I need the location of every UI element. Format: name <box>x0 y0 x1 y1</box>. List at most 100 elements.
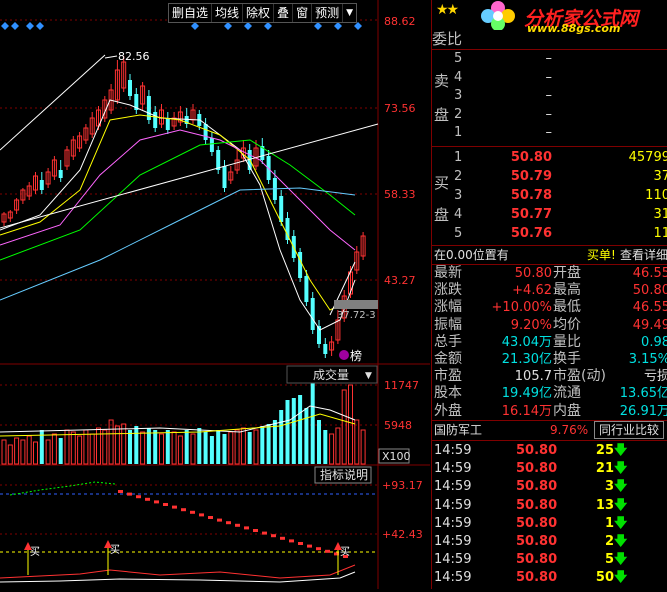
quote-label: 内盘 <box>553 402 581 419</box>
position-info-row: 在0.00位置有 买单! 查看详细 <box>432 246 667 264</box>
committee-row: 委比 <box>432 30 667 48</box>
forecast-button[interactable]: 预测 <box>312 4 344 22</box>
tick-row: 14:59 50.80 5 🡇 <box>432 551 667 569</box>
overlay-button[interactable]: 叠 <box>274 4 294 22</box>
ex-rights-button[interactable]: 除权 <box>243 4 275 22</box>
candle-body <box>203 124 208 140</box>
quote-label: 换手 <box>553 351 581 367</box>
buy-level-number: 4 <box>454 207 463 222</box>
quote-value: 46.55 <box>632 266 667 281</box>
buy-level-volume: 31 <box>653 207 667 222</box>
ma-line <box>0 187 356 301</box>
signal-diamond-icon <box>36 22 44 30</box>
quote-row: 外盘 16.14万 内盘 26.91万 <box>432 403 667 420</box>
volume-bar <box>184 430 189 464</box>
volume-dropdown-icon[interactable]: ▼ <box>365 371 372 381</box>
volume-bar <box>77 435 83 465</box>
tick-row: 14:59 50.80 1 🡇 <box>432 515 667 533</box>
quote-label: 市盈 <box>434 368 462 385</box>
buy-level-price: 50.79 <box>510 169 552 184</box>
indicator-mark <box>217 518 222 522</box>
chart-area[interactable]: 买 买 买 82.56 37.72-3 榜 88.62 73.56 58.33 43… <box>0 0 430 589</box>
indicator-mark <box>307 544 312 548</box>
sell-level-number: 2 <box>454 106 463 122</box>
tick-price: 50.80 <box>516 479 558 495</box>
sell-level-row[interactable]: 4 – <box>432 69 667 87</box>
sector-name[interactable]: 国防军工 <box>434 421 482 439</box>
volume-bar <box>260 426 265 464</box>
high-marker-line <box>104 55 118 59</box>
price-axis-label: 73.56 <box>384 102 416 115</box>
indicator-mark <box>181 508 186 512</box>
quote-label: 金额 <box>434 351 462 367</box>
volume-bar <box>14 437 20 465</box>
toolbar-dropdown-icon[interactable]: ▼ <box>343 4 356 22</box>
down-arrow-icon: 🡇 <box>614 443 628 458</box>
buy-level-number: 5 <box>454 226 463 241</box>
quote-label: 最高 <box>553 282 581 299</box>
volume-bar <box>222 434 227 464</box>
volume-bar <box>216 430 221 464</box>
tick-row: 14:59 50.80 21 🡇 <box>432 460 667 478</box>
candle-body <box>58 170 63 178</box>
buy-level-number: 2 <box>454 169 463 184</box>
buy-signal-label: 买 <box>110 544 120 556</box>
volume-bar <box>51 433 57 465</box>
buy-level-row[interactable]: 3 50.78 110 <box>432 187 667 205</box>
sell-level-row[interactable]: 2 – <box>432 106 667 124</box>
down-arrow-icon: 🡇 <box>614 515 628 531</box>
tick-time: 14:59 <box>434 570 472 586</box>
sell-level-price: – <box>545 51 553 66</box>
quote-panel: ★★ 分析家公式网 www.88gs.com 委比 卖 盘 5 – 4 – 3 <box>431 0 667 589</box>
tick-row: 14:59 50.80 50 🡇 <box>432 569 667 587</box>
signal-diamond-icon <box>26 22 34 30</box>
view-details-link[interactable]: 查看详细 <box>620 246 667 264</box>
quote-row: 市盈 105.7 市盈(动) 亏损 <box>432 368 667 385</box>
sector-change: 9.76% <box>550 423 589 437</box>
candle-body <box>304 276 309 302</box>
signal-diamond-icon <box>314 22 322 30</box>
sell-level-row[interactable]: 1 – <box>432 124 667 142</box>
quote-value: 0.98 <box>641 334 667 350</box>
volume-bar <box>177 435 183 465</box>
tick-row: 14:59 50.80 3 🡇 <box>432 478 667 496</box>
moving-average-lines <box>0 99 356 331</box>
quote-row: 振幅 9.20% 均价 49.49 <box>432 317 667 334</box>
volume-bars <box>0 380 366 465</box>
window-button[interactable]: 窗 <box>293 4 313 22</box>
site-logo: ★★ 分析家公式网 www.88gs.com <box>432 0 667 35</box>
tick-price: 50.80 <box>516 461 558 477</box>
industry-compare-button[interactable]: 同行业比较 <box>594 421 665 439</box>
buy-level-number: 1 <box>454 150 463 165</box>
candle-body <box>39 180 44 190</box>
volume-bar <box>247 432 252 464</box>
candle-body <box>216 150 221 170</box>
kline-chart-svg[interactable]: 买 买 买 82.56 37.72-3 榜 88.62 73.56 58.33 43… <box>0 0 430 589</box>
volume-bar <box>240 427 246 465</box>
buy-level-row[interactable]: 2 50.79 37 <box>432 168 667 186</box>
buy-level-row[interactable]: 5 50.76 11 <box>432 225 667 243</box>
sell-level-price: – <box>545 125 553 141</box>
volume-bar <box>298 395 303 464</box>
indicator-mark <box>316 547 321 551</box>
volume-bar <box>354 419 360 465</box>
volume-bar <box>114 425 120 465</box>
buy-level-row[interactable]: 1 50.80 45799 <box>432 149 667 167</box>
moving-average-button[interactable]: 均线 <box>212 4 244 22</box>
down-arrow-icon: 🡇 <box>614 552 628 568</box>
volume-bar <box>234 429 240 465</box>
indicator-mark <box>172 505 177 509</box>
sell-level-row[interactable]: 5 – <box>432 50 667 68</box>
tick-volume: 21 <box>595 461 614 477</box>
remove-watchlist-button[interactable]: 删自选 <box>169 4 213 22</box>
indicator-mark <box>208 516 213 519</box>
volume-bar <box>121 423 127 465</box>
badge-dot <box>339 350 349 360</box>
quote-value: 3.15% <box>628 352 667 367</box>
volume-axis-label: 11747 <box>384 379 419 392</box>
buy-level-row[interactable]: 4 50.77 31 <box>432 206 667 224</box>
buy-signal-label: 买 <box>340 546 350 558</box>
sell-level-row[interactable]: 3 – <box>432 87 667 105</box>
tick-price: 50.80 <box>516 515 558 531</box>
indicator-mark <box>325 549 330 553</box>
